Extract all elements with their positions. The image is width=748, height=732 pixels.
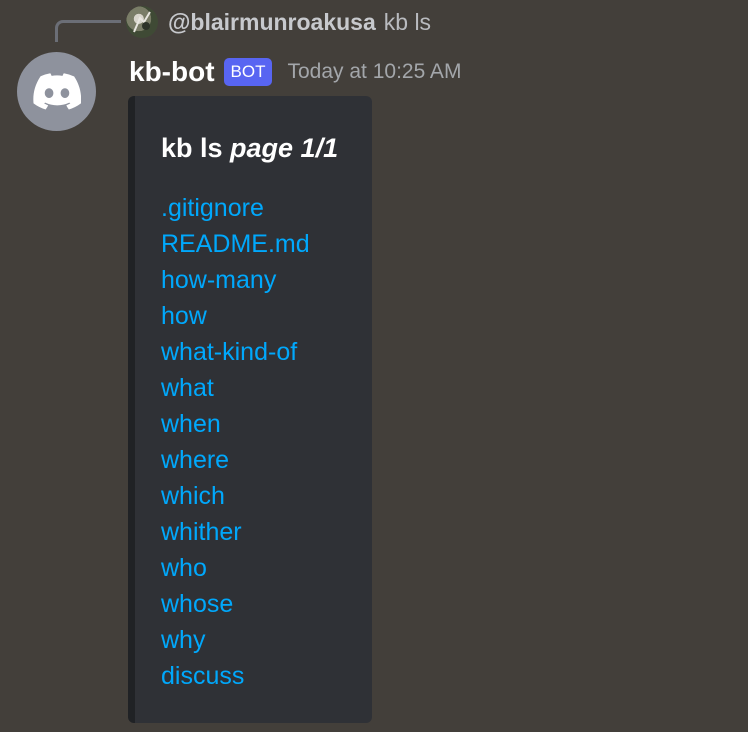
embed-title-command: kb ls [161,133,231,163]
file-link[interactable]: what [161,370,310,406]
file-link[interactable]: whose [161,586,310,622]
file-link[interactable]: which [161,478,310,514]
reply-message-text[interactable]: kb ls [384,9,431,36]
reply-user-avatar[interactable] [126,6,158,38]
reply-connector [55,20,121,42]
reply-reference[interactable]: @blairmunroakusa kb ls [126,6,431,38]
embed-title: kb ls page 1/1 [161,133,338,164]
embed-title-page: page 1/1 [230,133,339,163]
file-link[interactable]: README.md [161,226,310,262]
message-embed: kb ls page 1/1 .gitignore README.md how-… [128,96,372,723]
file-link[interactable]: how-many [161,262,310,298]
file-link[interactable]: when [161,406,310,442]
file-link[interactable]: how [161,298,310,334]
discord-logo-icon [32,73,81,110]
file-list: .gitignore README.md how-many how what-k… [161,190,310,694]
author-name[interactable]: kb-bot [129,56,215,88]
file-link[interactable]: discuss [161,658,310,694]
bot-badge: BOT [223,58,273,86]
message-timestamp: Today at 10:25 AM [287,60,462,83]
message-header: kb-bot BOT Today at 10:25 AM [129,52,461,92]
reply-username[interactable]: @blairmunroakusa [168,9,376,36]
file-link[interactable]: whither [161,514,310,550]
file-link[interactable]: who [161,550,310,586]
file-link[interactable]: where [161,442,310,478]
file-link[interactable]: .gitignore [161,190,310,226]
file-link[interactable]: what-kind-of [161,334,310,370]
bot-avatar[interactable] [17,52,96,131]
file-link[interactable]: why [161,622,310,658]
